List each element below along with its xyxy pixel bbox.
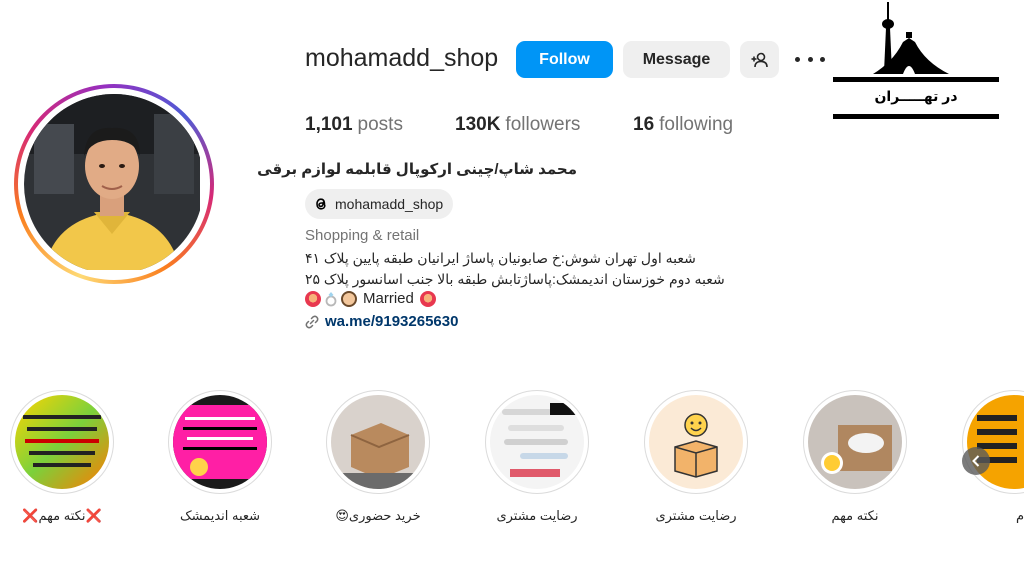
profile-link[interactable]: wa.me/9193265630 [305, 313, 458, 330]
threads-icon [316, 198, 326, 210]
profile-avatar-ring[interactable] [14, 84, 214, 284]
watermark-logo: در تهـــــران [833, 2, 999, 122]
highlight-partial[interactable] [962, 390, 1024, 494]
link-icon [305, 315, 319, 328]
avatar-photo [24, 94, 200, 270]
highlights-scroll-button[interactable] [962, 447, 990, 475]
highlight-customer-satisfaction[interactable] [485, 390, 589, 494]
highlight-cover [649, 395, 743, 489]
highlight-in-person-purchase[interactable] [326, 390, 430, 494]
highlight-andimeshk-branch[interactable] [168, 390, 272, 494]
stat-following[interactable]: 16 following [633, 114, 733, 136]
highlight-label: رضایت مشتری [655, 508, 737, 523]
profile-link-text: wa.me/9193265630 [325, 313, 459, 330]
profile-avatar [24, 94, 204, 274]
suggest-users-button[interactable] [740, 41, 779, 78]
watermark-text: در تهـــــران [874, 88, 958, 104]
ring-emoji-icon [325, 291, 337, 306]
highlight-cover [15, 395, 109, 489]
heart-emoji-icon [419, 290, 436, 307]
highlight-cover [173, 395, 267, 489]
highlight-label: نکته مهم [831, 508, 879, 523]
threads-handle: mohamadd_shop [335, 196, 444, 212]
profile-display-name: محمد شاپ/چینی ارکوپال قابلمه لوازم برقی [257, 161, 577, 178]
highlight-important-note[interactable] [10, 390, 114, 494]
highlight-label: شعبه اندیمشک [179, 508, 261, 523]
highlight-label: ❌نکته مهم❌ [22, 508, 102, 523]
highlight-label: م [1015, 508, 1024, 523]
bio-line-branch-2: شعبه دوم خوزستان اندیمشک:پاساژتابش طبقه … [305, 271, 725, 287]
stat-followers[interactable]: 130K followers [455, 114, 580, 136]
chevron-left-icon [972, 455, 980, 467]
profile-username: mohamadd_shop [305, 44, 499, 72]
bio-married-line: Married [305, 290, 436, 307]
message-button[interactable]: Message [623, 41, 730, 78]
heart-emoji-icon [305, 290, 321, 307]
highlight-label: خرید حضوری😍 [335, 508, 421, 523]
bio-line-branch-1: شعبه اول تهران شوش:خ صابونیان پاساژ ایرا… [305, 250, 696, 266]
highlight-important-note-2[interactable] [803, 390, 907, 494]
highlight-cover [808, 395, 902, 489]
stat-posts: 1,101 posts [305, 114, 403, 135]
add-user-icon [751, 52, 768, 67]
highlight-cover [331, 395, 425, 489]
bride-emoji-icon [341, 290, 357, 307]
highlight-customer-satisfaction-2[interactable] [644, 390, 748, 494]
profile-category: Shopping & retail [305, 227, 420, 244]
highlight-label: رضایت مشتری [496, 508, 578, 523]
highlight-cover [490, 395, 584, 489]
threads-badge[interactable]: mohamadd_shop [305, 189, 454, 219]
follow-button[interactable]: Follow [516, 41, 613, 78]
more-options-icon[interactable] [795, 48, 825, 70]
married-text: Married [363, 290, 414, 307]
